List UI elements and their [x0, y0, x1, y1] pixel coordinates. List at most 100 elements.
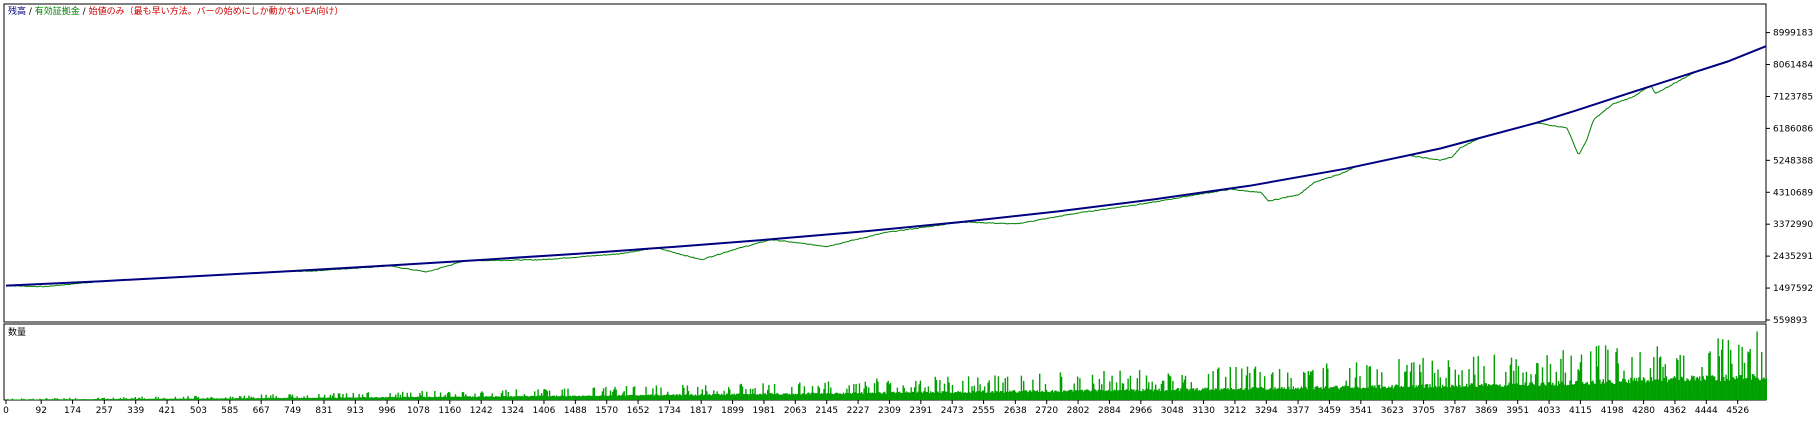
volume-bar: [1274, 387, 1275, 400]
x-tick-label: 1242: [470, 406, 493, 416]
volume-bar: [669, 395, 670, 400]
volume-bar: [1521, 385, 1522, 400]
x-tick-label: 2555: [972, 406, 995, 416]
volume-bar: [300, 398, 301, 400]
volume-bar: [1218, 368, 1219, 401]
volume-bar: [1195, 389, 1196, 400]
volume-bar: [298, 398, 299, 400]
volume-bar: [868, 387, 869, 400]
volume-bar: [263, 398, 264, 400]
volume-bar: [321, 398, 322, 400]
volume-bar: [292, 395, 293, 401]
volume-bar: [1079, 378, 1080, 400]
volume-bar: [1464, 386, 1465, 400]
volume-bar: [1752, 374, 1753, 400]
x-tick-label: 3130: [1192, 406, 1215, 416]
volume-bar: [1499, 384, 1500, 400]
volume-bar: [722, 395, 723, 400]
volume-bar: [905, 393, 906, 401]
volume-bar: [1440, 377, 1441, 400]
volume-bar: [45, 399, 46, 401]
volume-bar: [643, 395, 644, 400]
volume-bar: [844, 394, 845, 400]
volume-bar: [611, 395, 612, 400]
y-tick-label: 8061484: [1773, 61, 1813, 71]
volume-bar: [749, 394, 750, 400]
volume-bar: [1130, 376, 1131, 400]
volume-bar: [826, 394, 827, 400]
volume-bar: [1523, 385, 1524, 400]
volume-bar: [472, 397, 473, 400]
volume-bar: [542, 396, 543, 400]
volume-bar: [23, 399, 24, 400]
volume-bar: [206, 399, 207, 401]
volume-bar: [734, 394, 735, 400]
volume-bar: [1222, 389, 1223, 400]
volume-bar: [184, 399, 185, 400]
volume-bar: [1717, 338, 1718, 400]
volume-bar: [311, 398, 312, 400]
volume-bar: [314, 398, 315, 400]
x-tick-label: 2720: [1035, 406, 1058, 416]
volume-bar: [1149, 390, 1150, 400]
volume-bar: [405, 397, 406, 400]
volume-bar: [780, 395, 781, 400]
volume-bar: [160, 399, 161, 400]
volume-bar: [419, 393, 420, 400]
volume-bar: [849, 385, 850, 400]
volume-bar: [218, 399, 219, 400]
volume-bar: [870, 393, 871, 400]
volume-bar: [609, 396, 610, 400]
volume-bar: [144, 398, 145, 400]
volume-bar: [1739, 375, 1740, 400]
volume-bar: [971, 386, 972, 400]
volume-bar: [1374, 385, 1375, 400]
x-tick-label: 913: [347, 406, 364, 416]
volume-bar: [1486, 383, 1487, 400]
volume-bar: [712, 394, 713, 400]
volume-bar: [474, 394, 475, 400]
volume-bar: [1711, 376, 1712, 400]
volume-bar: [1310, 372, 1311, 401]
volume-bar: [1504, 385, 1505, 400]
volume-bar: [357, 398, 358, 401]
volume-bar: [38, 400, 39, 401]
volume-bar: [1336, 386, 1337, 400]
volume-bar: [271, 398, 272, 400]
volume-bar: [1704, 379, 1705, 400]
volume-bar: [182, 399, 183, 400]
volume-bar: [777, 394, 778, 401]
volume-bar: [940, 393, 941, 400]
x-tick-label: 749: [284, 406, 301, 416]
volume-bar: [360, 397, 361, 400]
volume-bar: [714, 394, 715, 400]
x-tick-label: 2309: [878, 406, 901, 416]
volume-bar: [604, 396, 605, 400]
volume-bar: [415, 397, 416, 400]
volume-bar: [746, 394, 747, 400]
volume-bar: [751, 394, 752, 400]
volume-bar: [659, 396, 660, 400]
volume-bar: [364, 397, 365, 400]
volume-bar: [1766, 378, 1767, 400]
volume-bar: [1701, 367, 1702, 400]
volume-bar: [520, 397, 521, 401]
volume-bar: [938, 393, 939, 401]
volume-bar: [998, 376, 999, 400]
volume-bar: [342, 394, 343, 400]
volume-bar: [1277, 389, 1278, 400]
volume-bar: [1271, 374, 1272, 400]
volume-bar: [482, 393, 483, 400]
volume-bar: [773, 394, 774, 400]
volume-bar: [1725, 375, 1726, 400]
volume-bar: [936, 380, 937, 400]
volume-bar: [373, 398, 374, 400]
x-tick-label: 174: [64, 406, 81, 416]
y-tick-label: 5248388: [1773, 156, 1813, 166]
volume-bar: [273, 398, 274, 400]
volume-bar: [223, 399, 224, 401]
volume-bar: [1121, 390, 1122, 400]
volume-bar: [1297, 388, 1298, 400]
volume-bar: [890, 383, 891, 400]
volume-bar: [1332, 387, 1333, 400]
